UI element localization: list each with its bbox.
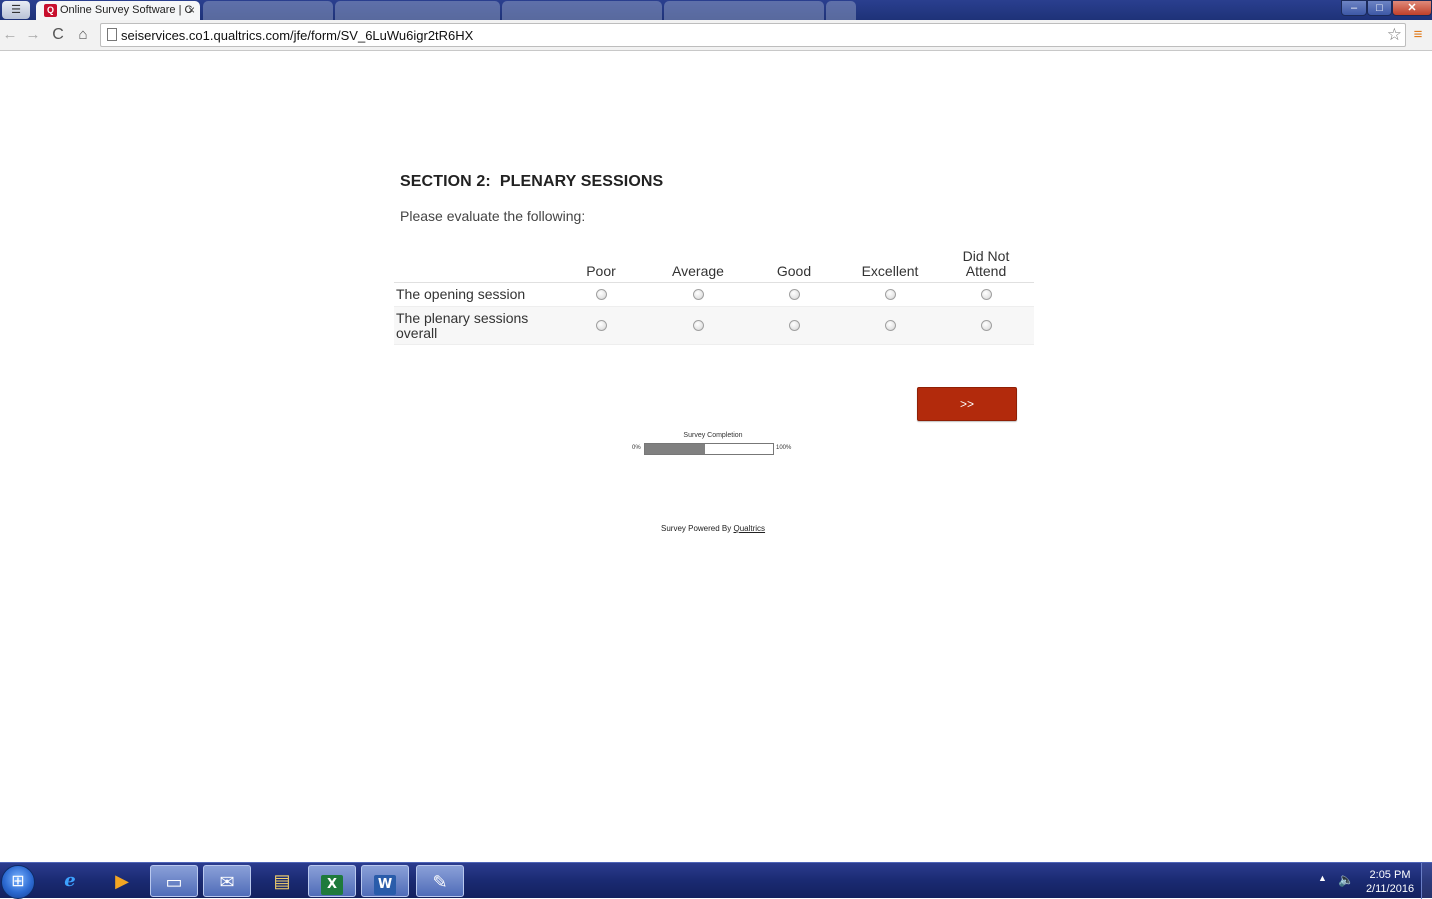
qualtrics-favicon-icon: Q [44, 4, 57, 17]
media-player-icon[interactable]: ▶ [98, 865, 146, 897]
tab-title: Online Survey Software | C [60, 4, 193, 16]
tab-online-survey-software[interactable]: Q Online Survey Software | C × [36, 1, 200, 20]
clock-time[interactable]: 2:05 PM [1360, 869, 1420, 881]
window-close-button[interactable]: ✕ [1392, 0, 1432, 16]
row-label: The opening session [396, 286, 526, 302]
matrix-row-plenary-sessions: The plenary sessions overall [394, 307, 1034, 345]
clock-date[interactable]: 2/11/2016 [1360, 883, 1420, 895]
column-header: Average [672, 263, 724, 279]
paint-icon[interactable]: ✎ [416, 865, 464, 897]
show-desktop-button[interactable] [1421, 863, 1432, 899]
excel-glyph: X [321, 875, 343, 895]
progress-max-label: 100% [776, 445, 792, 451]
window-maximize-button[interactable]: □ [1367, 0, 1392, 16]
radio-opening-did-not-attend[interactable] [981, 289, 992, 300]
forward-arrow-icon[interactable]: → [23, 25, 43, 45]
tray-overflow-icon[interactable]: ▲ [1318, 873, 1327, 883]
radio-plenary-poor[interactable] [596, 320, 607, 331]
browser-toolbar: ← → C ⌂ seiservices.co1.qualtrics.com/jf… [0, 20, 1432, 51]
tab-background[interactable] [203, 1, 333, 20]
powered-by-footer: Survey Powered By Qualtrics [661, 524, 765, 533]
outlook-icon[interactable]: ✉ [203, 865, 251, 897]
internet-explorer-icon[interactable]: e [46, 865, 94, 897]
excel-icon[interactable]: X [308, 865, 356, 897]
progress-min-label: 0% [632, 445, 641, 451]
tab-background[interactable] [664, 1, 824, 20]
new-tab-button[interactable] [826, 1, 856, 20]
browser-menu-icon[interactable]: ≡ [1410, 25, 1426, 45]
browser-profile-icon[interactable]: ☰ [2, 1, 30, 19]
question-text: Please evaluate the following: [400, 208, 586, 224]
browser-titlebar: ☰ Q Online Survey Software | C × – □ ✕ [0, 0, 1432, 20]
radio-opening-excellent[interactable] [885, 289, 896, 300]
radio-plenary-average[interactable] [693, 320, 704, 331]
column-header: Poor [586, 263, 616, 279]
matrix-question: Poor Average Good Excellent Did Not Atte… [394, 247, 1034, 345]
windows-taskbar: ⊞ e ▶ ▭ ✉ ▤ X W ✎ ▲ 🔈 2:05 PM 2/11/2016 [0, 862, 1432, 899]
column-header: Good [776, 263, 812, 279]
start-button[interactable]: ⊞ [1, 865, 35, 899]
qualtrics-link[interactable]: Qualtrics [733, 524, 765, 533]
tab-background[interactable] [502, 1, 662, 20]
url-text[interactable]: seiservices.co1.qualtrics.com/jfe/form/S… [121, 28, 473, 43]
powered-by-text: Survey Powered By [661, 524, 734, 533]
word-glyph: W [374, 875, 396, 895]
progress-bar-fill [645, 444, 706, 454]
address-bar[interactable]: seiservices.co1.qualtrics.com/jfe/form/S… [100, 23, 1406, 47]
column-header: Excellent [861, 263, 919, 279]
page-icon [107, 28, 117, 41]
home-icon[interactable]: ⌂ [73, 25, 93, 45]
matrix-row-opening-session: The opening session [394, 283, 1034, 307]
radio-opening-average[interactable] [693, 289, 704, 300]
reload-icon[interactable]: C [48, 25, 68, 45]
progress-bar [644, 443, 774, 455]
progress-label: Survey Completion [683, 432, 743, 439]
survey-page: SECTION 2: PLENARY SESSIONS Please evalu… [0, 52, 1432, 862]
window-minimize-button[interactable]: – [1341, 0, 1367, 16]
app-window-icon[interactable]: ▭ [150, 865, 198, 897]
bookmark-star-icon[interactable]: ☆ [1387, 25, 1402, 45]
word-icon[interactable]: W [361, 865, 409, 897]
radio-opening-poor[interactable] [596, 289, 607, 300]
radio-plenary-did-not-attend[interactable] [981, 320, 992, 331]
radio-opening-good[interactable] [789, 289, 800, 300]
matrix-header: Poor Average Good Excellent Did Not Atte… [394, 247, 1034, 283]
file-explorer-icon[interactable]: ▤ [258, 865, 306, 897]
tab-background[interactable] [335, 1, 500, 20]
back-arrow-icon[interactable]: ← [0, 25, 20, 45]
next-button[interactable]: >> [917, 387, 1017, 421]
volume-icon[interactable]: 🔈 [1338, 872, 1354, 888]
row-label: The plenary sessions overall [396, 310, 529, 341]
radio-plenary-good[interactable] [789, 320, 800, 331]
section-title: SECTION 2: PLENARY SESSIONS [400, 173, 664, 190]
radio-plenary-excellent[interactable] [885, 320, 896, 331]
column-header: Did Not Attend [962, 248, 1010, 279]
tab-close-icon[interactable]: × [188, 1, 195, 19]
